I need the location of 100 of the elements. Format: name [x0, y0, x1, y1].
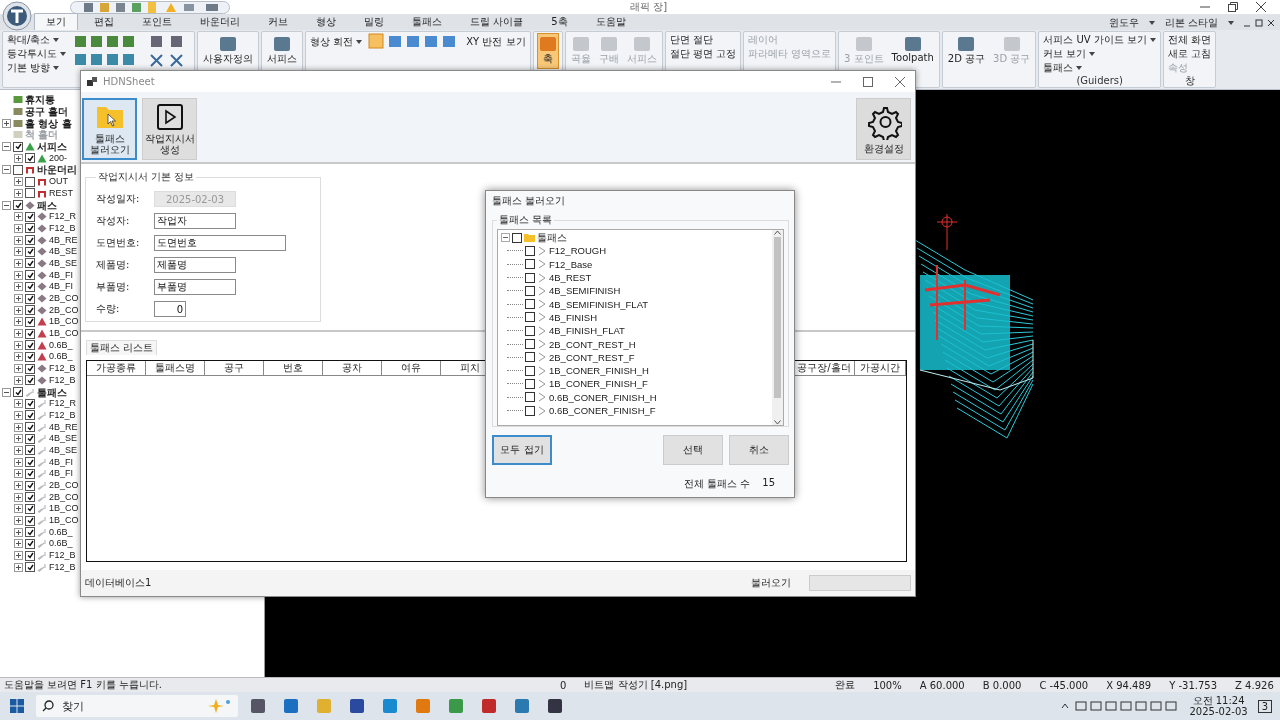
checkbox[interactable] — [25, 445, 35, 456]
ribbon-button[interactable]: 축 — [536, 33, 559, 69]
tree-item[interactable]: F12_B — [49, 409, 76, 421]
tree-item[interactable]: 1B_CONER_FINISH_H — [549, 365, 649, 377]
taskbar-app-icon[interactable] — [547, 698, 563, 714]
tree-item[interactable]: 4B_FI — [49, 281, 73, 293]
checkbox[interactable] — [512, 232, 522, 243]
tree-item[interactable]: 툴패스 — [537, 230, 567, 245]
checkbox[interactable] — [25, 328, 35, 339]
tree-item[interactable]: 4B_SE — [49, 257, 78, 269]
expand-icon[interactable] — [14, 212, 23, 222]
checkbox[interactable] — [525, 272, 535, 283]
expand-icon[interactable] — [14, 364, 23, 374]
tree-item[interactable]: F12_Base — [549, 258, 593, 270]
input-field[interactable]: 작업자 — [154, 213, 236, 229]
taskbar-app-icon[interactable] — [349, 698, 365, 714]
ribbon-button[interactable]: 툴패스 — [1042, 61, 1157, 74]
expand-icon[interactable] — [14, 305, 23, 315]
collapse-icon[interactable] — [2, 142, 11, 152]
tree-item[interactable]: 2B_CO — [49, 480, 79, 492]
tree-item[interactable]: 0.6B_ — [49, 538, 73, 550]
input-field[interactable]: 제품명 — [154, 257, 236, 273]
checkbox[interactable] — [25, 305, 35, 316]
checkbox[interactable] — [25, 503, 35, 514]
expand-icon[interactable] — [14, 294, 23, 304]
checkbox[interactable] — [25, 538, 35, 549]
tree-item[interactable]: 2B_CO — [49, 304, 79, 316]
tree-item[interactable]: 서피스 — [37, 141, 67, 153]
expand-icon[interactable] — [14, 445, 23, 455]
dialog-button[interactable]: 모두 접기 — [492, 435, 552, 465]
tree-item[interactable]: 홀 형상 홀 — [25, 117, 72, 129]
checkbox[interactable] — [525, 339, 535, 349]
caret-icon[interactable] — [356, 39, 363, 44]
dialog-button[interactable]: 취소 — [729, 435, 789, 465]
ribbon-tab[interactable]: 커브 — [256, 13, 300, 30]
taskbar-app-icon[interactable] — [481, 698, 497, 714]
tree-item[interactable]: F12_B — [49, 222, 76, 234]
tree-item[interactable]: 4B_SE — [49, 433, 78, 445]
expand-icon[interactable] — [14, 504, 23, 514]
ribbon-button[interactable]: Toolpath — [889, 33, 936, 66]
tree-item[interactable]: 4B_FI — [49, 456, 73, 468]
expand-icon[interactable] — [14, 492, 23, 502]
checkbox[interactable] — [25, 270, 35, 281]
tree-item[interactable]: 2B_CO — [49, 293, 79, 305]
tree-item[interactable]: F12_B — [49, 363, 76, 375]
checkbox[interactable] — [525, 352, 535, 363]
expand-icon[interactable] — [14, 329, 23, 339]
tree-item[interactable]: 1B_CO — [49, 316, 79, 328]
expand-icon[interactable] — [14, 177, 23, 187]
expand-icon[interactable] — [14, 410, 23, 420]
collapse-icon[interactable] — [2, 387, 11, 397]
caret-icon[interactable] — [1150, 38, 1156, 42]
input-field[interactable]: 0 — [154, 301, 186, 317]
checkbox[interactable] — [25, 527, 35, 538]
tree-item[interactable]: 1B_CO — [49, 503, 79, 515]
tree-item[interactable]: 4B_SE — [49, 444, 78, 456]
close-icon[interactable] — [895, 76, 905, 87]
ribbon-tab[interactable]: 포인트 — [130, 13, 184, 30]
tree-item[interactable]: 4B_FINISH_FLAT — [549, 325, 625, 337]
expand-icon[interactable] — [14, 153, 23, 163]
expand-icon[interactable] — [14, 457, 23, 467]
restore-icon[interactable] — [1228, 2, 1238, 12]
expand-icon[interactable] — [14, 469, 23, 479]
checkbox[interactable] — [525, 325, 535, 336]
checkbox[interactable] — [25, 188, 35, 199]
tree-item[interactable]: 4B_SEMIFINISH — [549, 285, 621, 297]
checkbox[interactable] — [25, 246, 35, 257]
tree-item[interactable]: 4B_RE — [49, 421, 78, 433]
toolbar-button[interactable]: 작업지시서 생성 — [142, 98, 197, 160]
search-field[interactable]: 찾기 — [36, 695, 238, 717]
checkbox[interactable] — [25, 363, 35, 374]
ribbon-tab[interactable]: 드릴 사이클 — [458, 13, 536, 30]
checkbox[interactable] — [25, 293, 35, 304]
checkbox[interactable] — [25, 457, 35, 468]
expand-icon[interactable] — [14, 422, 23, 432]
ribbon-button[interactable]: 사용자정의 — [201, 33, 255, 69]
ribbon-tab[interactable]: 툴패스 — [400, 13, 454, 30]
checkbox[interactable] — [525, 299, 535, 310]
expand-icon[interactable] — [14, 375, 23, 385]
checkbox[interactable] — [25, 316, 35, 327]
checkbox[interactable] — [525, 312, 535, 323]
scrollbar[interactable] — [772, 230, 783, 425]
expand-icon[interactable] — [14, 551, 23, 561]
tree-item[interactable]: 0.6B_ — [49, 351, 73, 363]
ribbon-button[interactable]: 등각투시도 — [6, 47, 67, 60]
maximize-icon[interactable] — [863, 76, 873, 87]
collapse-icon[interactable] — [501, 233, 510, 243]
caret-icon[interactable] — [1076, 66, 1083, 70]
checkbox[interactable] — [25, 468, 35, 479]
caret-icon[interactable] — [60, 52, 66, 56]
tree-item[interactable]: F12_ROUGH — [549, 245, 606, 257]
collapse-icon[interactable] — [2, 200, 11, 210]
checkbox[interactable] — [525, 378, 535, 389]
tree-item[interactable]: 0.6B_CONER_FINISH_F — [549, 405, 656, 416]
expand-icon[interactable] — [14, 282, 23, 292]
tree-item[interactable]: REST — [49, 187, 73, 199]
tree-item[interactable]: 1B_CO — [49, 328, 79, 340]
column-header[interactable]: 공구 — [205, 361, 264, 375]
checkbox[interactable] — [525, 285, 535, 296]
checkbox[interactable] — [25, 433, 35, 444]
